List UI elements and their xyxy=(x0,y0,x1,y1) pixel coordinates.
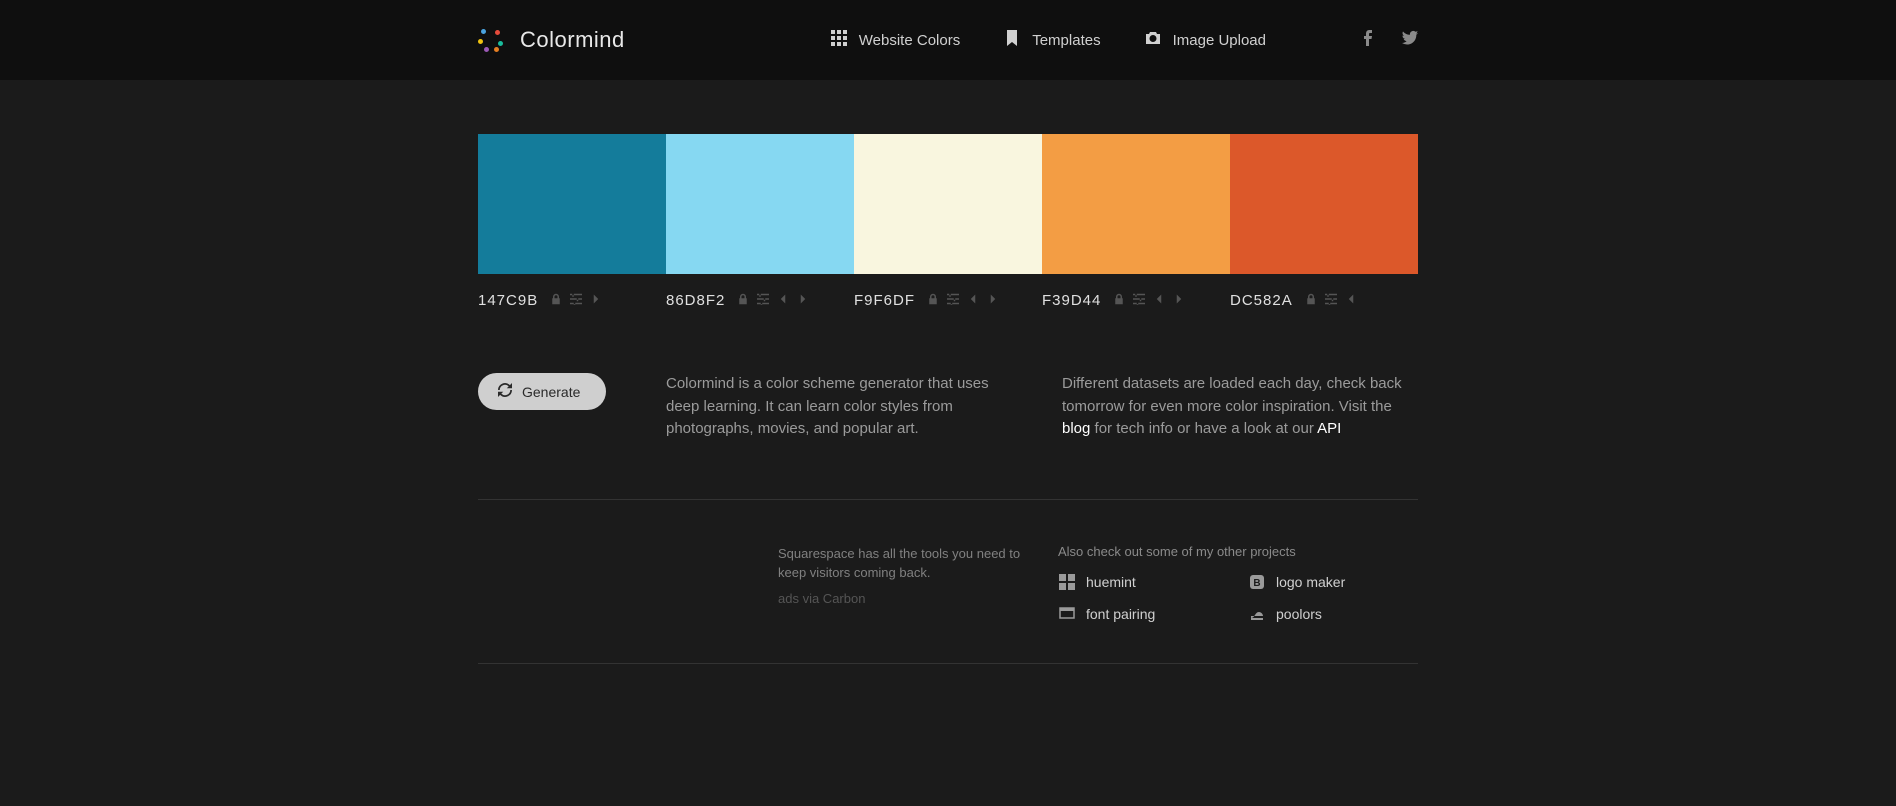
twitter-icon[interactable] xyxy=(1402,30,1418,51)
bookmark-icon xyxy=(1004,30,1020,50)
project-link-font-pairing[interactable]: font pairing xyxy=(1058,605,1228,623)
lock-icon[interactable] xyxy=(550,292,562,309)
divider xyxy=(478,663,1418,664)
nav-label: Image Upload xyxy=(1173,32,1266,49)
lock-icon[interactable] xyxy=(737,292,749,309)
sliders-icon[interactable] xyxy=(570,292,582,309)
chevron-left-icon[interactable] xyxy=(1345,292,1357,309)
sliders-icon[interactable] xyxy=(1133,292,1145,309)
nav-image-upload[interactable]: Image Upload xyxy=(1145,30,1266,50)
chevron-right-icon[interactable] xyxy=(797,292,809,309)
palette-label-2: F9F6DF xyxy=(854,292,1042,309)
chevron-left-icon[interactable] xyxy=(1153,292,1165,309)
swatch-2[interactable] xyxy=(854,134,1042,274)
brand[interactable]: Colormind xyxy=(478,27,625,53)
description-2: Different datasets are loaded each day, … xyxy=(1062,373,1418,441)
hex-value[interactable]: F9F6DF xyxy=(854,292,915,309)
ad-image-slot[interactable] xyxy=(478,544,778,623)
palette-label-1: 86D8F2 xyxy=(666,292,854,309)
refresh-icon xyxy=(498,383,512,400)
palette-label-0: 147C9B xyxy=(478,292,666,309)
chevron-right-icon[interactable] xyxy=(590,292,602,309)
nav-label: Templates xyxy=(1032,32,1100,49)
nav-website-colors[interactable]: Website Colors xyxy=(831,30,960,50)
divider xyxy=(478,499,1418,500)
sliders-icon[interactable] xyxy=(1325,292,1337,309)
nav: Website Colors Templates Image Upload xyxy=(831,30,1418,51)
description-1: Colormind is a color scheme generator th… xyxy=(666,373,1062,441)
project-link-huemint[interactable]: huemint xyxy=(1058,573,1228,591)
project-link-logo-maker[interactable]: Blogo maker xyxy=(1248,573,1418,591)
project-icon: B xyxy=(1248,573,1266,591)
generate-label: Generate xyxy=(522,384,580,400)
ad-attribution: ads via Carbon xyxy=(778,589,1028,609)
facebook-icon[interactable] xyxy=(1360,30,1376,51)
api-link[interactable]: API xyxy=(1317,420,1341,437)
lock-icon[interactable] xyxy=(927,292,939,309)
nav-templates[interactable]: Templates xyxy=(1004,30,1100,50)
palette xyxy=(478,134,1418,274)
nav-label: Website Colors xyxy=(859,32,960,49)
chevron-left-icon[interactable] xyxy=(777,292,789,309)
swatch-3[interactable] xyxy=(1042,134,1230,274)
ad-text[interactable]: Squarespace has all the tools you need t… xyxy=(778,544,1058,623)
chevron-right-icon[interactable] xyxy=(987,292,999,309)
hex-value[interactable]: 147C9B xyxy=(478,292,538,309)
blog-link[interactable]: blog xyxy=(1062,420,1090,437)
swatch-4[interactable] xyxy=(1230,134,1418,274)
sliders-icon[interactable] xyxy=(947,292,959,309)
sliders-icon[interactable] xyxy=(757,292,769,309)
chevron-right-icon[interactable] xyxy=(1173,292,1185,309)
projects: Also check out some of my other projects… xyxy=(1058,544,1418,623)
project-icon xyxy=(1058,605,1076,623)
hex-value[interactable]: DC582A xyxy=(1230,292,1293,309)
svg-text:B: B xyxy=(1253,578,1260,589)
lock-icon[interactable] xyxy=(1113,292,1125,309)
brand-title: Colormind xyxy=(520,27,625,53)
projects-heading: Also check out some of my other projects xyxy=(1058,544,1418,559)
hex-value[interactable]: F39D44 xyxy=(1042,292,1101,309)
topbar: Colormind Website Colors Templates Image… xyxy=(0,0,1896,80)
swatch-0[interactable] xyxy=(478,134,666,274)
logo-icon xyxy=(478,27,504,53)
palette-label-3: F39D44 xyxy=(1042,292,1230,309)
project-link-poolors[interactable]: poolors xyxy=(1248,605,1418,623)
swatch-1[interactable] xyxy=(666,134,854,274)
project-icon xyxy=(1248,605,1266,623)
camera-icon xyxy=(1145,30,1161,50)
chevron-left-icon[interactable] xyxy=(967,292,979,309)
grid-icon xyxy=(831,30,847,50)
generate-button[interactable]: Generate xyxy=(478,373,606,410)
hex-value[interactable]: 86D8F2 xyxy=(666,292,725,309)
project-icon xyxy=(1058,573,1076,591)
lock-icon[interactable] xyxy=(1305,292,1317,309)
palette-label-4: DC582A xyxy=(1230,292,1418,309)
palette-labels: 147C9B 86D8F2 F9F6DF F39D44 DC582A xyxy=(478,292,1418,309)
